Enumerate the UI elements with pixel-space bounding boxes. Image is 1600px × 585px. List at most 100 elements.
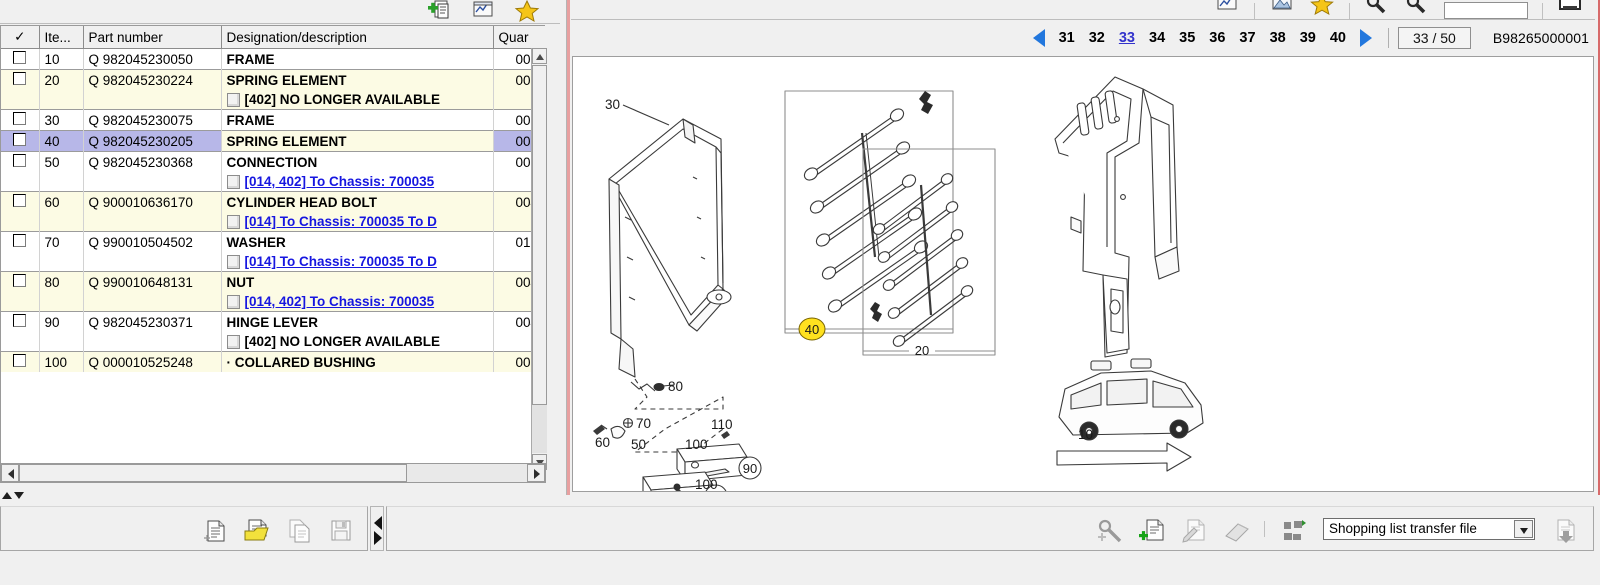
zoom-level-input[interactable] <box>1444 2 1528 19</box>
column-header-item[interactable]: Ite... <box>39 26 84 49</box>
pager-page-36[interactable]: 36 <box>1202 30 1232 46</box>
row-checkbox-cell[interactable] <box>1 69 40 90</box>
table-row-note[interactable]: [014, 402] To Chassis: 700035 <box>1 292 545 312</box>
transfer-file-select[interactable]: Shopping list transfer file <box>1323 517 1535 540</box>
pager-page-38[interactable]: 38 <box>1263 30 1293 46</box>
copy-icon[interactable] <box>285 517 311 542</box>
row-checkbox[interactable] <box>13 154 27 167</box>
table-row[interactable]: 60 Q 900010636170 CYLINDER HEAD BOLT 004 <box>1 191 545 212</box>
note-link[interactable]: [014, 402] To Chassis: 700035 <box>245 294 435 309</box>
scroll-right-button[interactable] <box>527 464 545 482</box>
row-checkbox-cell[interactable] <box>1 109 40 131</box>
eraser-icon[interactable] <box>1222 517 1249 542</box>
column-header-quantity[interactable]: Quar <box>493 26 545 49</box>
star-favorite-icon[interactable] <box>1309 0 1335 19</box>
table-row[interactable]: 80 Q 990010648131 NUT 004 <box>1 271 545 292</box>
splitter-left-icon[interactable] <box>374 516 382 530</box>
note-link[interactable]: [014] To Chassis: 700035 To D <box>245 214 437 229</box>
splitter-right-icon[interactable] <box>374 531 382 545</box>
table-row[interactable]: 30 Q 982045230075 FRAME 001 <box>1 109 545 131</box>
zoom-in-icon[interactable] <box>1364 0 1390 19</box>
table-row-note[interactable]: [014, 402] To Chassis: 700035 <box>1 172 545 192</box>
row-checkbox[interactable] <box>13 234 27 247</box>
new-document-icon[interactable] <box>201 517 227 541</box>
table-row[interactable]: 90 Q 982045230371 HINGE LEVER 004 <box>1 311 545 332</box>
scroll-up-button[interactable] <box>532 48 547 64</box>
row-checkbox[interactable] <box>13 314 27 327</box>
pager-page-33[interactable]: 33 <box>1112 30 1142 46</box>
column-header-designation[interactable]: Designation/description <box>221 26 494 49</box>
row-checkbox[interactable] <box>13 112 27 125</box>
pager-page-34[interactable]: 34 <box>1142 30 1172 46</box>
callout-20: 20 <box>915 343 929 358</box>
exploded-view-diagram[interactable]: 30 80 70 50 60 110 100 100 110 10 90 90 … <box>572 56 1594 492</box>
row-checkbox[interactable] <box>13 51 27 64</box>
pager-counter: 33 / 50 <box>1397 27 1471 49</box>
panel-splitter-control[interactable] <box>0 489 28 501</box>
pager-page-40[interactable]: 40 <box>1323 30 1353 46</box>
zoom-out-icon[interactable] <box>1404 0 1430 19</box>
row-item-number: 20 <box>39 69 84 90</box>
table-row[interactable]: 10 Q 982045230050 FRAME 001 <box>1 48 545 70</box>
horizontal-scroll-thumb[interactable] <box>19 464 407 482</box>
row-item-number: 30 <box>39 109 84 131</box>
scroll-left-button[interactable] <box>1 464 19 482</box>
splitter-down-icon[interactable] <box>14 491 24 499</box>
row-checkbox-cell[interactable] <box>1 130 40 152</box>
note-link[interactable]: [014] To Chassis: 700035 To D <box>245 254 437 269</box>
table-row[interactable]: 20 Q 982045230224 SPRING ELEMENT 001 <box>1 69 545 90</box>
table-row[interactable]: 70 Q 990010504502 WASHER 012 <box>1 231 545 252</box>
column-header-check[interactable]: ✓ <box>1 26 40 49</box>
diagram-panel: 31 32 33 34 35 36 37 38 39 40 33 / 50 B9826500000… <box>566 0 1600 500</box>
parts-table-container[interactable]: ✓ Ite... Part number Designation/descrip… <box>0 25 545 470</box>
transfer-icon[interactable] <box>1281 517 1307 541</box>
search-key-icon[interactable] <box>1096 517 1122 542</box>
new-list-item-icon[interactable] <box>1138 517 1164 541</box>
table-row[interactable]: 50 Q 982045230368 CONNECTION 002 <box>1 151 545 172</box>
pager-page-32[interactable]: 32 <box>1082 30 1112 46</box>
shopping-list-splitter-handle[interactable] <box>370 506 384 551</box>
parts-table-vertical-scrollbar[interactable] <box>531 48 547 470</box>
save-icon[interactable] <box>327 517 353 541</box>
row-part-number: Q 982045230224 <box>83 69 222 90</box>
row-checkbox-cell[interactable] <box>1 151 40 172</box>
pager-page-31[interactable]: 31 <box>1052 30 1082 46</box>
chart-note-icon[interactable] <box>470 0 496 23</box>
row-checkbox-cell[interactable] <box>1 191 40 212</box>
row-checkbox[interactable] <box>13 274 27 287</box>
table-row-note[interactable]: [014] To Chassis: 700035 To D <box>1 212 545 232</box>
pager-page-39[interactable]: 39 <box>1293 30 1323 46</box>
pager-next-icon[interactable] <box>1359 29 1372 47</box>
pager-page-35[interactable]: 35 <box>1172 30 1202 46</box>
column-header-part-number[interactable]: Part number <box>83 26 222 49</box>
chart-note-icon[interactable] <box>1214 0 1240 19</box>
image-view-icon[interactable] <box>1269 0 1295 19</box>
table-row-note[interactable]: [014] To Chassis: 700035 To D <box>1 252 545 272</box>
row-checkbox-cell[interactable] <box>1 231 40 252</box>
note-link[interactable]: [014, 402] To Chassis: 700035 <box>245 174 435 189</box>
row-checkbox[interactable] <box>13 354 27 367</box>
chevron-down-icon[interactable] <box>1514 519 1533 538</box>
export-download-icon[interactable] <box>1551 517 1577 543</box>
row-checkbox[interactable] <box>13 72 27 85</box>
pager-previous-icon[interactable] <box>1032 29 1045 47</box>
row-checkbox[interactable] <box>13 133 27 146</box>
add-document-icon[interactable] <box>426 0 452 23</box>
star-favorite-icon[interactable] <box>514 0 540 23</box>
row-checkbox-cell[interactable] <box>1 271 40 292</box>
splitter-up-icon[interactable] <box>2 491 12 499</box>
row-checkbox-cell[interactable] <box>1 48 40 70</box>
table-row[interactable]: 100 Q 000010525248 · COLLARED BUSHING 008 <box>1 351 545 372</box>
row-checkbox-cell[interactable] <box>1 311 40 332</box>
edit-document-icon[interactable] <box>1180 517 1206 543</box>
pager-page-37[interactable]: 37 <box>1232 30 1262 46</box>
vertical-scroll-track[interactable] <box>532 405 547 453</box>
table-row[interactable]: 40 Q 982045230205 SPRING ELEMENT 001 <box>1 130 545 152</box>
open-folder-icon[interactable] <box>243 517 269 541</box>
vertical-scroll-thumb[interactable] <box>532 65 547 405</box>
row-checkbox[interactable] <box>13 194 27 207</box>
fullscreen-icon[interactable] <box>1557 0 1583 19</box>
row-checkbox-cell[interactable] <box>1 351 40 372</box>
parts-table-horizontal-scrollbar[interactable] <box>0 463 546 483</box>
parts-table: ✓ Ite... Part number Designation/descrip… <box>1 26 545 372</box>
